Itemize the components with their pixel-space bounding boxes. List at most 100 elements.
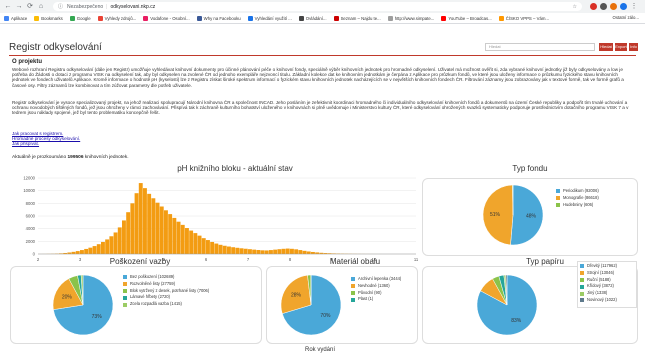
- legend-label: Lámavé hřbety (2720): [130, 294, 171, 300]
- legend-item[interactable]: Původní (90): [351, 289, 417, 296]
- chart-panel-paper: 83% Dřevitý (117962) Strojní (13046) Ruční…: [422, 261, 638, 344]
- bookmark-label: ČÍSKO VPPS – Vám...: [505, 15, 549, 21]
- pie-chart-paper: 83%: [476, 274, 538, 336]
- histogram-bar: [294, 249, 299, 254]
- legend-item[interactable]: Archivní lepenka (3444): [351, 276, 417, 282]
- legend-label: Bez poškození (102689): [130, 274, 175, 279]
- histogram-bar: [285, 248, 290, 254]
- bookmark-favicon-icon: [4, 15, 9, 21]
- home-icon[interactable]: ⌂: [37, 3, 45, 11]
- histogram-bar: [306, 251, 311, 254]
- link-contribute[interactable]: Jak přispívat.: [12, 141, 80, 146]
- profile-avatar[interactable]: [620, 3, 627, 10]
- help-links: Jak pracovat s registrem. Hromadné proce…: [12, 131, 80, 147]
- bookmark-item[interactable]: Vyhledání využití ...: [247, 15, 292, 21]
- legend-label: Blok vytržený z desek, potrhané listy (7…: [130, 287, 210, 293]
- legend-item[interactable]: Bez poškození (102689): [123, 274, 258, 280]
- histogram-bar: [214, 243, 219, 254]
- bookmark-item[interactable]: Bookmarks: [34, 15, 63, 21]
- legend-item[interactable]: Jiný (1338): [580, 290, 634, 296]
- project-paragraph: Registr odkyselování je vysoce specializ…: [12, 100, 629, 116]
- address-bar[interactable]: ⓘ Nezabezpečeno | odkyselovani.nkp.cz ☆: [53, 2, 582, 11]
- extension-icon[interactable]: [590, 3, 597, 10]
- other-bookmarks[interactable]: Ostatní zálo...: [612, 15, 639, 20]
- extension-icon[interactable]: [610, 3, 617, 10]
- bookmark-item[interactable]: YouTube – Broadcas...: [441, 15, 492, 21]
- histogram-bar: [130, 203, 135, 254]
- legend-item[interactable]: Lámavé hřbety (2720): [123, 295, 258, 300]
- histogram-bar: [134, 193, 139, 254]
- bookmark-item[interactable]: http://www.simpate...: [387, 15, 434, 21]
- search-input[interactable]: Hledat: [485, 43, 595, 51]
- record-counter: Aktuálně je prozkoumáno 199506 knihovníc…: [12, 155, 129, 160]
- bookmark-item[interactable]: Ovládání...: [298, 15, 327, 21]
- pie-chart-fund: 48% 51%: [482, 184, 544, 246]
- bookmark-item[interactable]: ČÍSKO VPPS – Vám...: [498, 15, 549, 21]
- histogram-bar: [96, 244, 101, 254]
- export-button[interactable]: Export: [615, 43, 627, 51]
- histogram-bar: [117, 227, 122, 254]
- bookmark-item[interactable]: Google: [69, 15, 91, 21]
- legend-item[interactable]: Monografie (86618): [556, 195, 634, 201]
- reload-icon[interactable]: ⟳: [26, 3, 34, 11]
- legend-swatch: [123, 288, 127, 293]
- histogram-bar: [84, 248, 89, 254]
- histogram-bar: [189, 230, 194, 254]
- bookmark-item[interactable]: Why na Facebooku: [196, 15, 241, 21]
- y-tick-label: 4000: [26, 226, 36, 231]
- legend-item[interactable]: Křídový (3872): [580, 284, 634, 289]
- legend-item[interactable]: Plast (1): [351, 297, 417, 302]
- bookmark-item[interactable]: Aplikace: [4, 15, 27, 21]
- histogram-bar: [281, 248, 286, 254]
- legend-item[interactable]: Rozvolněné listy (27759): [123, 281, 258, 287]
- ph-histogram: 0200040006000800010000120002 3 4 5 6 7 8 9 10 11: [23, 176, 418, 263]
- back-icon[interactable]: ←: [4, 3, 12, 11]
- histogram-bar: [298, 250, 303, 254]
- legend-item[interactable]: Ruční (5188): [580, 276, 634, 283]
- bookmark-label: Google: [76, 15, 91, 21]
- chart-panel-fund: 48% 51% Periodikum (92006) Monografie (866…: [422, 178, 638, 256]
- legend-item[interactable]: Periodikum (92006): [556, 188, 634, 194]
- x-tick-label: 2: [37, 257, 40, 262]
- histogram-bar: [151, 198, 156, 254]
- legend-item[interactable]: Zcela rozpadlá vazba (1415): [123, 301, 258, 307]
- bookmark-item[interactable]: Seznam – Najdu te...: [333, 15, 381, 21]
- star-icon[interactable]: ☆: [573, 4, 577, 10]
- histogram-bar: [277, 249, 282, 254]
- legend-swatch: [580, 284, 584, 289]
- bookmark-item[interactable]: Vyhledy zdrojů...: [97, 15, 136, 21]
- histogram-bar: [71, 251, 76, 254]
- intro-paragraph: Webové rozhraní Registru odkyselování (d…: [12, 67, 624, 88]
- x-tick-label: 7: [247, 257, 250, 262]
- legend-label: Ruční (5188): [587, 276, 611, 282]
- chart-title-ph: pH knižního bloku - aktuální stav: [177, 164, 293, 173]
- y-tick-label: 10000: [23, 188, 35, 193]
- search-button[interactable]: Hledat: [599, 43, 613, 51]
- legend-item[interactable]: Dřevitý (117962): [580, 263, 634, 269]
- chart-title-year: Rok vydání: [304, 347, 335, 353]
- bookmark-label: Vodafone - Osobní...: [150, 15, 190, 21]
- legend-item[interactable]: Strojní (13046): [580, 270, 634, 276]
- histogram-bar: [260, 250, 265, 254]
- url-text: odkyselovani.nkp.cz: [110, 3, 156, 10]
- pie-slice-label: 83%: [511, 318, 522, 324]
- legend-item[interactable]: Blok vytržený z desek, potrhané listy (7…: [123, 287, 258, 294]
- bookmark-label: Seznam – Najdu te...: [340, 15, 381, 21]
- extension-icon[interactable]: [600, 3, 607, 10]
- legend-item[interactable]: Novinový (1022): [580, 297, 634, 303]
- bookmark-item[interactable]: Vodafone - Osobní...: [143, 15, 190, 21]
- legend-label: Hudebniny (606): [563, 201, 594, 207]
- info-button[interactable]: Info: [629, 43, 638, 51]
- y-tick-label: 2000: [26, 239, 36, 244]
- forward-icon[interactable]: →: [15, 3, 23, 11]
- pie-chart-binding: 73% 20%: [52, 274, 114, 336]
- bookmark-favicon-icon: [247, 15, 253, 21]
- bookmark-favicon-icon: [34, 15, 40, 21]
- page-title: Registr odkyselování: [9, 42, 102, 53]
- menu-icon[interactable]: ⋮: [630, 3, 638, 11]
- bookmark-favicon-icon: [441, 15, 447, 21]
- chart-panel-binding: 73% 20% Bez poškození (102689) Rozvolněné …: [10, 266, 262, 344]
- legend-item[interactable]: Nevhodné (1360): [351, 283, 417, 289]
- legend-item[interactable]: Hudebniny (606): [556, 201, 634, 208]
- legend-label: Původní (90): [358, 289, 382, 295]
